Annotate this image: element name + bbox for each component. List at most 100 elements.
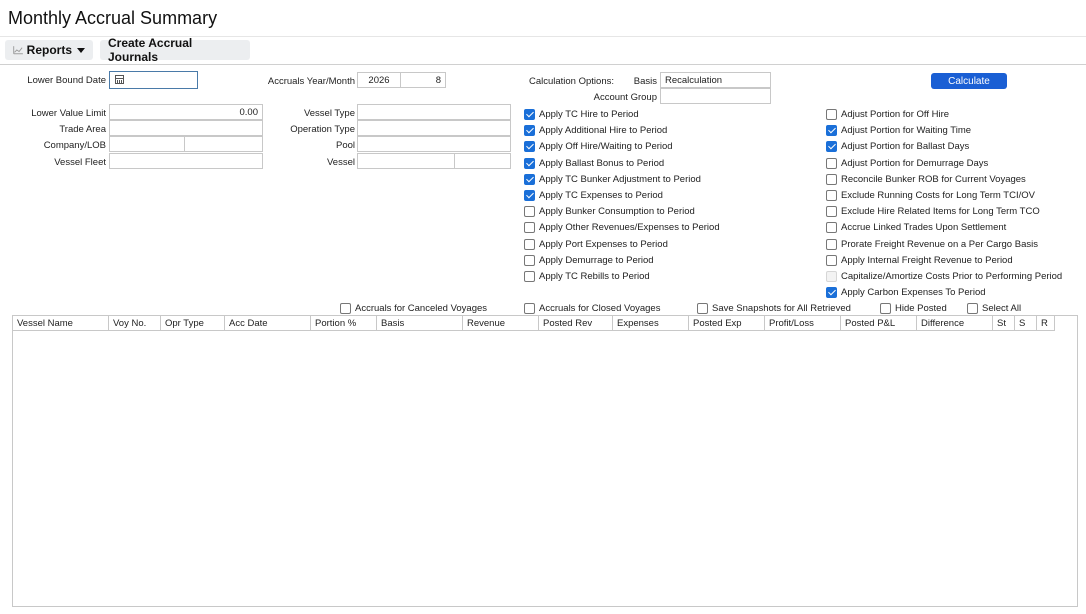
option-apply-tc-bunker-adjustment-to-period[interactable]: Apply TC Bunker Adjustment to Period bbox=[524, 173, 701, 185]
checkbox[interactable] bbox=[826, 109, 837, 120]
column-header-voy-no[interactable]: Voy No. bbox=[109, 316, 161, 331]
column-header-posted-p-l[interactable]: Posted P&L bbox=[841, 316, 917, 331]
accruals-year-month-label: Accruals Year/Month bbox=[267, 76, 355, 87]
checkbox[interactable] bbox=[524, 141, 535, 153]
checkbox[interactable] bbox=[826, 238, 837, 250]
operation-type-input[interactable] bbox=[357, 120, 511, 136]
option-exclude-running-costs-for-long-term-tci-ov[interactable]: Exclude Running Costs for Long Term TCI/… bbox=[826, 190, 1035, 201]
checkbox[interactable] bbox=[524, 238, 535, 250]
column-header-portion[interactable]: Portion % bbox=[311, 316, 377, 331]
option-apply-other-revenues-expenses-to-period[interactable]: Apply Other Revenues/Expenses to Period bbox=[524, 222, 720, 234]
option-label: Apply Bunker Consumption to Period bbox=[539, 206, 695, 218]
checkbox[interactable] bbox=[967, 303, 978, 314]
option-accruals-for-canceled-voyages[interactable]: Accruals for Canceled Voyages bbox=[340, 303, 487, 314]
option-apply-internal-freight-revenue-to-period[interactable]: Apply Internal Freight Revenue to Period bbox=[826, 254, 1013, 266]
accruals-month-input[interactable]: 8 bbox=[400, 72, 446, 88]
column-header-basis[interactable]: Basis bbox=[377, 316, 463, 331]
option-apply-ballast-bonus-to-period[interactable]: Apply Ballast Bonus to Period bbox=[524, 157, 664, 169]
column-header-r[interactable]: R bbox=[1037, 316, 1055, 331]
checkbox[interactable] bbox=[826, 190, 837, 201]
calendar-icon[interactable] bbox=[115, 75, 124, 84]
option-apply-off-hire-waiting-to-period[interactable]: Apply Off Hire/Waiting to Period bbox=[524, 141, 673, 153]
checkbox[interactable] bbox=[524, 254, 535, 266]
column-header-vessel-name[interactable]: Vessel Name bbox=[13, 316, 109, 331]
checkbox[interactable] bbox=[826, 206, 837, 218]
column-header-posted-exp[interactable]: Posted Exp bbox=[689, 316, 765, 331]
option-apply-additional-hire-to-period[interactable]: Apply Additional Hire to Period bbox=[524, 125, 667, 137]
column-header-expenses[interactable]: Expenses bbox=[613, 316, 689, 331]
checkbox[interactable] bbox=[524, 222, 535, 234]
checkbox[interactable] bbox=[524, 157, 535, 169]
option-apply-demurrage-to-period[interactable]: Apply Demurrage to Period bbox=[524, 254, 654, 266]
column-header-acc-date[interactable]: Acc Date bbox=[225, 316, 311, 331]
account-group-input[interactable] bbox=[660, 88, 771, 104]
option-label: Exclude Hire Related Items for Long Term… bbox=[841, 206, 1040, 218]
vessel-label: Vessel bbox=[327, 157, 355, 168]
checkbox[interactable] bbox=[340, 303, 351, 314]
vessel-input[interactable] bbox=[357, 153, 455, 169]
option-hide-posted[interactable]: Hide Posted bbox=[880, 303, 947, 314]
option-apply-carbon-expenses-to-period[interactable]: Apply Carbon Expenses To Period bbox=[826, 287, 986, 299]
column-header-opr-type[interactable]: Opr Type bbox=[161, 316, 225, 331]
column-header-st[interactable]: St bbox=[993, 316, 1015, 331]
checkbox[interactable] bbox=[524, 271, 535, 282]
option-adjust-portion-for-ballast-days[interactable]: Adjust Portion for Ballast Days bbox=[826, 141, 969, 153]
checkbox[interactable] bbox=[524, 125, 535, 137]
option-label: Apply Demurrage to Period bbox=[539, 254, 654, 266]
option-prorate-freight-revenue-on-a-per-cargo-basis[interactable]: Prorate Freight Revenue on a Per Cargo B… bbox=[826, 238, 1038, 250]
checkbox[interactable] bbox=[826, 173, 837, 185]
option-apply-port-expenses-to-period[interactable]: Apply Port Expenses to Period bbox=[524, 238, 668, 250]
checkbox[interactable] bbox=[524, 173, 535, 185]
option-apply-tc-hire-to-period[interactable]: Apply TC Hire to Period bbox=[524, 109, 639, 120]
option-save-snapshots-for-all-retrieved[interactable]: Save Snapshots for All Retrieved bbox=[697, 303, 851, 314]
option-exclude-hire-related-items-for-long-term-tco[interactable]: Exclude Hire Related Items for Long Term… bbox=[826, 206, 1040, 218]
option-adjust-portion-for-demurrage-days[interactable]: Adjust Portion for Demurrage Days bbox=[826, 157, 988, 169]
checkbox[interactable] bbox=[826, 287, 837, 299]
option-adjust-portion-for-off-hire[interactable]: Adjust Portion for Off Hire bbox=[826, 109, 949, 120]
vessel-type-label: Vessel Type bbox=[303, 108, 355, 119]
checkbox[interactable] bbox=[826, 141, 837, 153]
pool-input[interactable] bbox=[357, 136, 511, 152]
option-adjust-portion-for-waiting-time[interactable]: Adjust Portion for Waiting Time bbox=[826, 125, 971, 137]
account-group-label: Account Group bbox=[593, 92, 657, 103]
accrual-grid[interactable]: Vessel Name Voy No. Opr Type Acc Date Portio… bbox=[12, 315, 1078, 607]
checkbox[interactable] bbox=[826, 222, 837, 234]
checkbox[interactable] bbox=[826, 157, 837, 169]
checkbox[interactable] bbox=[826, 254, 837, 266]
option-label: Apply TC Bunker Adjustment to Period bbox=[539, 173, 701, 185]
lower-bound-date-label: Lower Bound Date bbox=[27, 75, 106, 86]
checkbox[interactable] bbox=[697, 303, 708, 314]
column-header-profit-loss[interactable]: Profit/Loss bbox=[765, 316, 841, 331]
option-capitalize-amortize-costs-prior-to-performing-period: Capitalize/Amortize Costs Prior to Perfo… bbox=[826, 271, 1062, 282]
option-accrue-linked-trades-upon-settlement[interactable]: Accrue Linked Trades Upon Settlement bbox=[826, 222, 1006, 234]
company-lob-input[interactable] bbox=[109, 136, 185, 152]
option-select-all[interactable]: Select All bbox=[967, 303, 1021, 314]
checkbox[interactable] bbox=[524, 109, 535, 120]
vessel-secondary-input[interactable] bbox=[454, 153, 511, 169]
create-accrual-journals-button[interactable]: Create Accrual Journals bbox=[100, 36, 250, 64]
lower-bound-date-input[interactable] bbox=[109, 71, 198, 89]
option-accruals-for-closed-voyages[interactable]: Accruals for Closed Voyages bbox=[524, 303, 660, 314]
column-header-s[interactable]: S bbox=[1015, 316, 1037, 331]
checkbox[interactable] bbox=[524, 206, 535, 218]
vessel-fleet-label: Vessel Fleet bbox=[54, 157, 106, 168]
basis-select[interactable]: Recalculation bbox=[660, 72, 771, 88]
checkbox[interactable] bbox=[826, 125, 837, 137]
option-apply-tc-rebills-to-period[interactable]: Apply TC Rebills to Period bbox=[524, 271, 650, 282]
calculate-button[interactable]: Calculate bbox=[931, 73, 1007, 89]
reports-menu-button[interactable]: Reports bbox=[5, 40, 93, 60]
caret-down-icon bbox=[77, 47, 85, 53]
checkbox[interactable] bbox=[524, 190, 535, 201]
accruals-year-input[interactable]: 2026 bbox=[357, 72, 401, 88]
option-reconcile-bunker-rob-for-current-voyages[interactable]: Reconcile Bunker ROB for Current Voyages bbox=[826, 173, 1026, 185]
calculation-options-label: Calculation Options: bbox=[528, 76, 614, 87]
option-apply-bunker-consumption-to-period[interactable]: Apply Bunker Consumption to Period bbox=[524, 206, 695, 218]
column-header-revenue[interactable]: Revenue bbox=[463, 316, 539, 331]
option-apply-tc-expenses-to-period[interactable]: Apply TC Expenses to Period bbox=[524, 190, 663, 201]
option-label: Capitalize/Amortize Costs Prior to Perfo… bbox=[841, 271, 1063, 282]
vessel-type-input[interactable] bbox=[357, 104, 511, 120]
column-header-difference[interactable]: Difference bbox=[917, 316, 993, 331]
checkbox[interactable] bbox=[880, 303, 891, 314]
column-header-posted-rev[interactable]: Posted Rev bbox=[539, 316, 613, 331]
checkbox[interactable] bbox=[524, 303, 535, 314]
